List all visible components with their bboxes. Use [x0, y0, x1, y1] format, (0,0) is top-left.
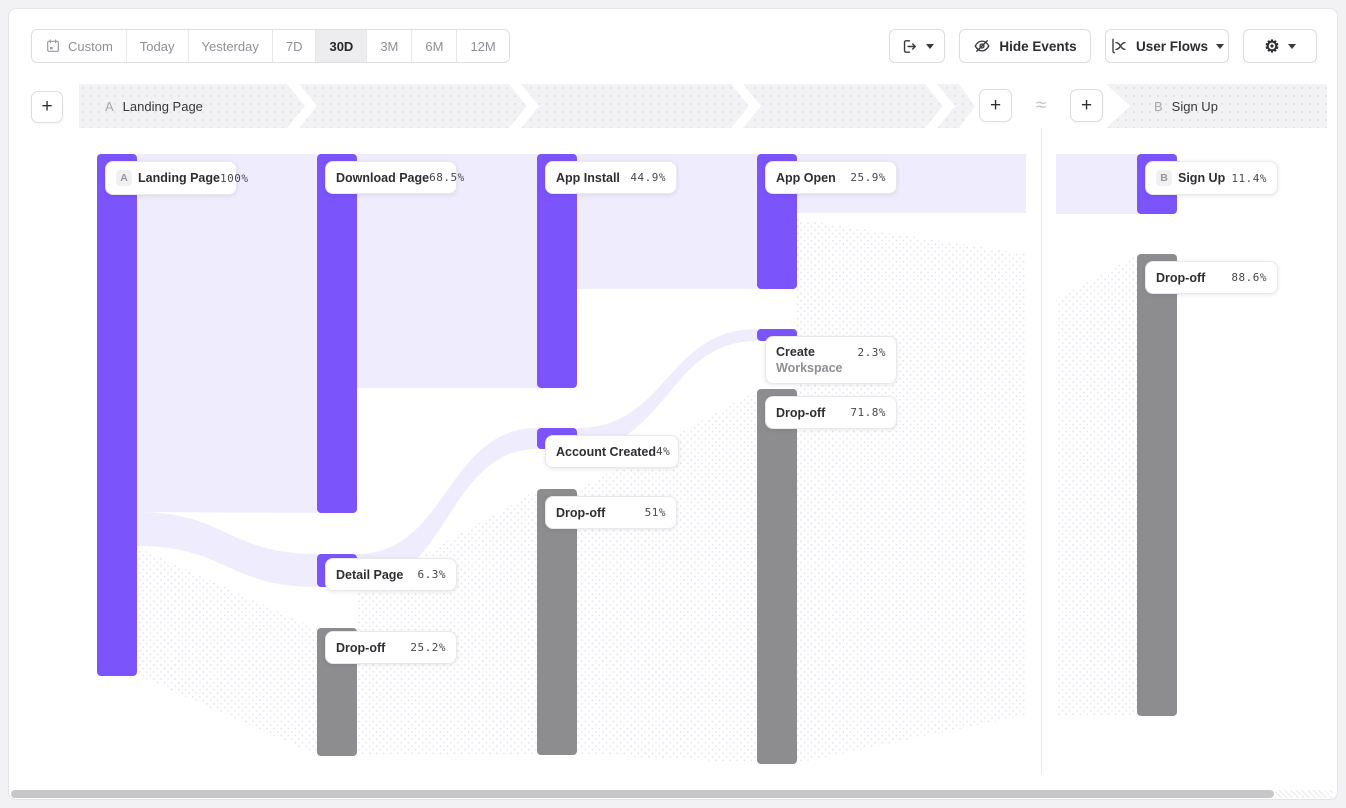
drop-off-band	[1056, 255, 1137, 715]
node-label-app-open[interactable]: App Open25.9%	[765, 161, 897, 194]
node-label-landing-page[interactable]: ALanding Page100%	[105, 161, 237, 195]
node-name: Drop-off	[1156, 271, 1231, 285]
node-percentage: 2.3%	[858, 346, 887, 359]
node-bar-drop-off-4[interactable]	[757, 389, 797, 764]
node-percentage: 11.4%	[1231, 172, 1267, 185]
node-name: Landing Page	[138, 171, 220, 185]
node-name: Drop-off	[336, 641, 410, 655]
node-label-sign-up[interactable]: B Sign Up11.4%	[1145, 161, 1278, 195]
node-bar-landing-page[interactable]	[97, 154, 137, 676]
node-percentage: 88.6%	[1231, 271, 1267, 284]
node-name: Create	[776, 345, 858, 359]
node-label-detail-page[interactable]: Detail Page6.3%	[325, 558, 457, 591]
drop-off-band	[357, 490, 537, 754]
node-percentage: 44.9%	[630, 171, 666, 184]
step-letter-badge: B	[1156, 170, 1172, 186]
node-name: Detail Page	[336, 568, 418, 582]
node-name: Drop-off	[556, 506, 645, 520]
node-label-drop-off-3[interactable]: Drop-off51%	[545, 496, 677, 529]
node-name: Drop-off	[776, 406, 850, 420]
node-name: Download Page	[336, 171, 429, 185]
step-letter-badge: A	[116, 170, 132, 186]
horizontal-scrollbar-thumb[interactable]	[11, 790, 1274, 798]
node-percentage: 51%	[645, 506, 666, 519]
node-label-drop-off-4[interactable]: Drop-off71.8%	[765, 396, 897, 429]
node-name: Account Created	[556, 445, 656, 459]
flow-band	[1056, 154, 1137, 214]
node-name: App Install	[556, 171, 630, 185]
node-label-app-install[interactable]: App Install44.9%	[545, 161, 677, 194]
node-bar-drop-off-5[interactable]	[1137, 254, 1177, 716]
node-label-download-page[interactable]: Download Page68.5%	[325, 161, 457, 194]
horizontal-scrollbar-track	[1275, 790, 1333, 798]
node-name: App Open	[776, 171, 850, 185]
node-name: Sign Up	[1178, 171, 1231, 185]
flow-band	[137, 154, 317, 513]
user-flows-app-window: CustomTodayYesterday7D30D3M6M12M Hide Ev…	[8, 8, 1338, 800]
approx-symbol: ≈	[1027, 84, 1055, 128]
node-percentage: 68.5%	[429, 171, 465, 184]
node-label-create-workspace[interactable]: Create2.3% Workspace	[765, 336, 897, 384]
node-label-drop-off-2[interactable]: Drop-off25.2%	[325, 631, 457, 664]
node-percentage: 100%	[220, 172, 249, 185]
node-label-drop-off-5[interactable]: Drop-off88.6%	[1145, 261, 1278, 294]
node-percentage: 6.3%	[418, 568, 447, 581]
node-percentage: 4%	[656, 445, 670, 458]
node-label-account-created[interactable]: Account Created4%	[545, 435, 679, 468]
node-name-line2: Workspace	[776, 361, 886, 375]
node-percentage: 71.8%	[850, 406, 886, 419]
node-percentage: 25.2%	[410, 641, 446, 654]
drop-off-band	[797, 219, 1026, 763]
node-bar-download-page[interactable]	[317, 154, 357, 513]
node-percentage: 25.9%	[850, 171, 886, 184]
